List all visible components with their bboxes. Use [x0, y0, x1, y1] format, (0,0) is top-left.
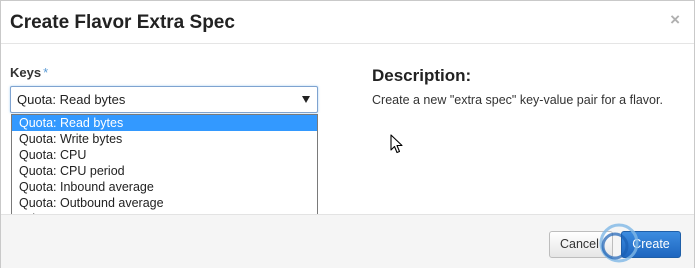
caret-down-icon: [302, 96, 310, 103]
dropdown-option[interactable]: Quota: Outbound average: [12, 195, 317, 211]
keys-select-value: Quota: Read bytes: [17, 92, 126, 107]
description-text: Create a new "extra spec" key-value pair…: [372, 93, 663, 107]
dialog-title: Create Flavor Extra Spec: [10, 12, 235, 33]
cancel-button[interactable]: Cancel: [549, 231, 613, 258]
description-title: Description:: [372, 66, 472, 85]
dropdown-option[interactable]: Quota: Inbound average: [12, 179, 317, 195]
dropdown-option[interactable]: Quota: Read bytes: [12, 115, 317, 131]
required-marker: *: [43, 65, 49, 80]
keys-dropdown-list: Quota: Read bytes Quota: Write bytes Quota…: [11, 114, 318, 227]
dialog-header: Create Flavor Extra Spec ×: [1, 1, 694, 44]
create-button[interactable]: Create: [621, 231, 681, 258]
close-icon[interactable]: ×: [670, 10, 680, 30]
dropdown-option[interactable]: Quota: Write bytes: [12, 131, 317, 147]
dropdown-option[interactable]: Quota: CPU period: [12, 163, 317, 179]
mouse-pointer-icon: [390, 134, 403, 154]
keys-select[interactable]: Quota: Read bytes: [10, 86, 318, 113]
keys-label: Keys *: [10, 65, 48, 80]
create-flavor-extra-spec-dialog: Create Flavor Extra Spec × Keys * Quota: …: [0, 0, 695, 268]
keys-label-text: Keys: [10, 65, 42, 80]
dropdown-option[interactable]: Quota: CPU: [12, 147, 317, 163]
